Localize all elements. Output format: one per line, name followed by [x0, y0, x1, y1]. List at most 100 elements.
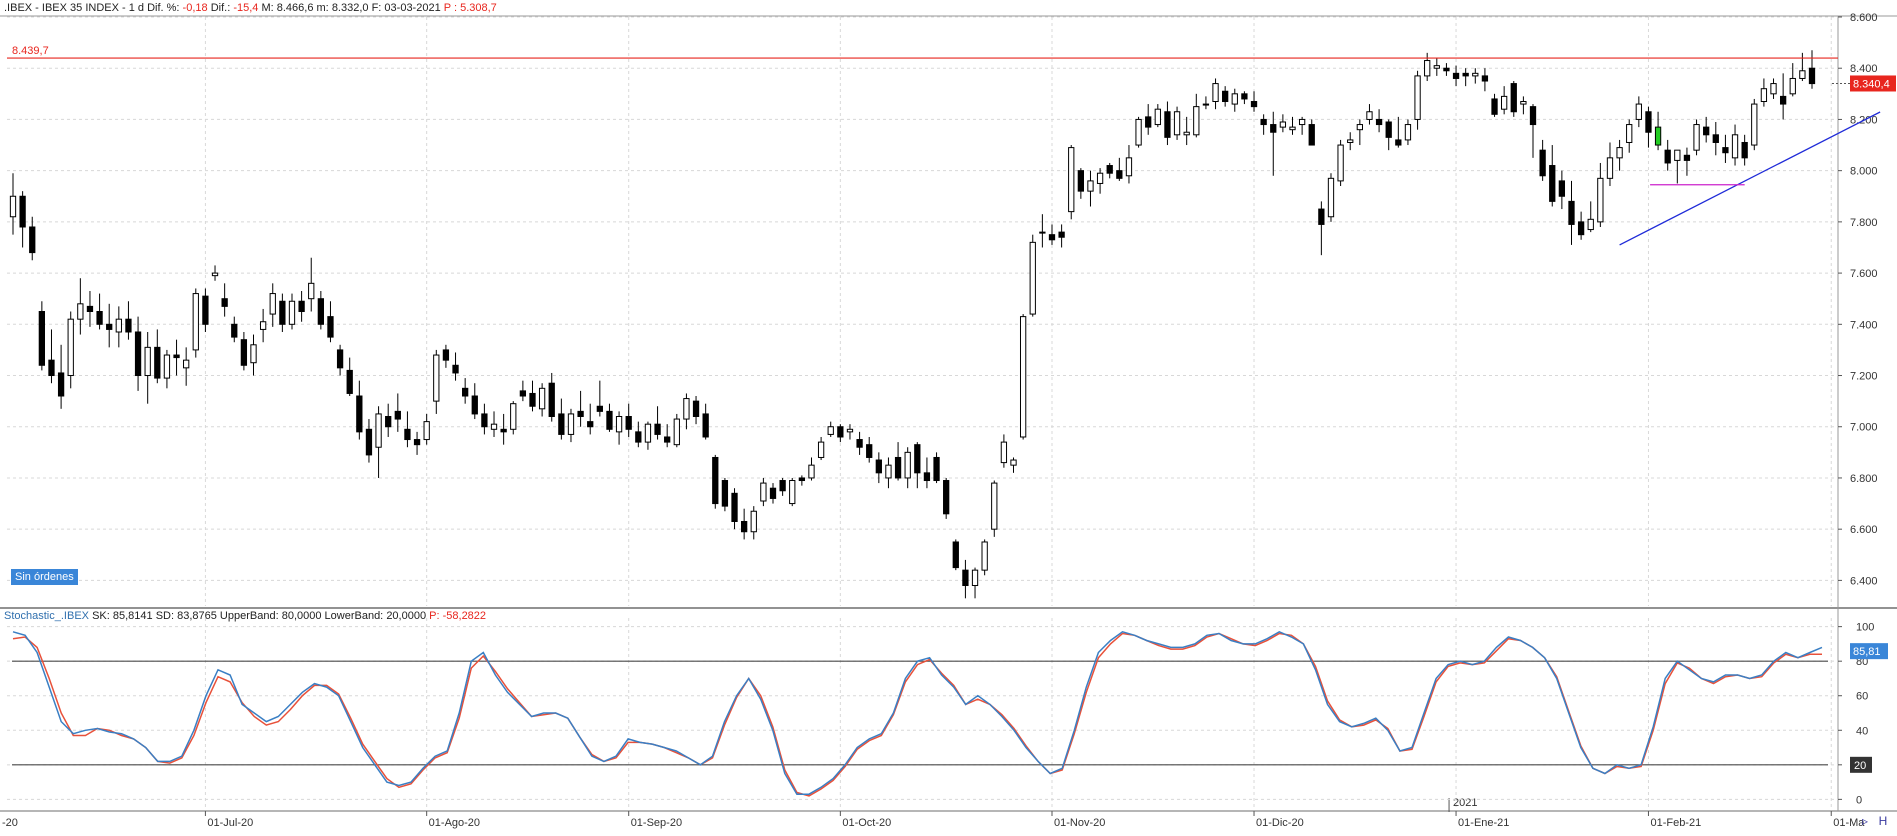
candle-body	[1154, 108, 1161, 126]
candle-body	[413, 439, 421, 446]
candle-body	[1452, 72, 1460, 79]
candle-body	[423, 421, 430, 441]
candle-body	[336, 349, 344, 369]
candle-body	[173, 354, 180, 359]
candle-body	[885, 464, 892, 479]
candle-body	[183, 359, 190, 369]
candle-body	[1019, 316, 1027, 438]
candle-body	[96, 311, 103, 325]
candle-body	[952, 541, 959, 569]
candle-body	[452, 364, 459, 374]
dif-pct-value: -0,18	[182, 2, 208, 14]
candle-body	[1577, 221, 1585, 236]
min-label: m:	[316, 2, 329, 14]
last-price-label: 8.340,4	[1853, 78, 1890, 90]
time-tick-label: 01-Ene-21	[1458, 817, 1509, 829]
candle-body	[510, 403, 517, 430]
candle-body	[625, 415, 632, 430]
candle-body	[779, 480, 786, 492]
candle-body	[529, 392, 536, 407]
candle-body	[615, 415, 623, 433]
candle-body	[1308, 124, 1315, 146]
candle-body	[1462, 72, 1469, 77]
sd-label: SD:	[155, 610, 175, 622]
p-label: P :	[443, 2, 458, 14]
stoch-tick-label: 40	[1856, 725, 1868, 737]
price-tick-label: 6.800	[1850, 473, 1878, 485]
candle-body	[1202, 103, 1210, 106]
price-tick-label: 8.600	[1850, 12, 1878, 24]
candle-body	[1106, 165, 1113, 174]
h-icon[interactable]: H	[1874, 813, 1892, 829]
candle-body	[567, 413, 575, 435]
candle-body	[1472, 72, 1479, 77]
dif-label: Dif.:	[210, 2, 231, 14]
candle-body	[1779, 95, 1787, 105]
candle-body	[789, 480, 796, 505]
candle-body	[923, 472, 931, 482]
candle-body	[471, 395, 478, 415]
candle-body	[1404, 124, 1412, 141]
candle-body	[1799, 70, 1806, 79]
candle-body	[375, 413, 382, 448]
p-value: 5.308,7	[460, 2, 497, 14]
candle-body	[846, 428, 854, 433]
candle-body	[1375, 118, 1383, 126]
candle-body	[827, 426, 834, 435]
candle-body	[385, 415, 392, 428]
candle-body	[1510, 83, 1517, 113]
candle-body	[664, 436, 671, 443]
candle-body	[914, 444, 921, 474]
candle-body	[1327, 177, 1335, 218]
candle-body	[1568, 200, 1575, 225]
candle-body	[1173, 111, 1181, 136]
candle-body	[1674, 149, 1681, 161]
candle-body	[327, 316, 334, 338]
candle-body	[77, 303, 84, 320]
candle-body	[288, 300, 296, 325]
no-orders-badge[interactable]: Sin órdenes	[11, 569, 78, 585]
candle-body	[1318, 208, 1325, 225]
candle-body	[798, 477, 806, 482]
candle-body	[1664, 149, 1671, 164]
candle-body	[462, 387, 469, 397]
stoch-p-value: -58,2822	[442, 610, 487, 622]
candle-body	[683, 398, 690, 420]
candle-body	[577, 410, 584, 417]
candle-body	[57, 372, 65, 397]
time-tick-label: 01-Jul-20	[207, 817, 253, 829]
candle-body	[1077, 170, 1085, 192]
time-tick-label: 01-Feb-21	[1650, 817, 1701, 829]
candle-body	[760, 482, 767, 502]
candle-body	[519, 390, 527, 397]
candle-body	[596, 405, 603, 412]
candle-body	[240, 339, 248, 366]
candle-body	[115, 318, 122, 333]
candle-body	[548, 382, 555, 417]
candle-body	[404, 428, 411, 441]
background	[0, 0, 1897, 831]
candle-body	[106, 323, 113, 330]
candle-body	[866, 444, 873, 458]
candle-body	[1366, 111, 1373, 120]
candle-body	[587, 421, 594, 428]
arrow-icon[interactable]: ▹	[1856, 813, 1874, 829]
candle-body	[1279, 121, 1287, 128]
candle-body	[1356, 124, 1363, 131]
price-header: .IBEX - IBEX 35 INDEX - 1 d Dif. %: -0,1…	[4, 2, 497, 14]
time-tick-label: 01-Dic-20	[1256, 817, 1304, 829]
resistance-label: 8.439,7	[12, 45, 49, 57]
sk-label: SK:	[92, 610, 110, 622]
candle-body	[19, 195, 26, 228]
candle-body	[67, 318, 74, 377]
candle-body	[644, 423, 652, 443]
stoch-tick-label: 60	[1856, 691, 1868, 703]
candle-body	[1183, 131, 1190, 136]
candle-body	[1443, 67, 1450, 72]
symbol-label: .IBEX - IBEX 35 INDEX -	[4, 2, 126, 14]
candle-body	[211, 272, 219, 277]
candle-body	[721, 480, 729, 507]
price-tick-label: 6.400	[1850, 575, 1878, 587]
candle-body	[808, 464, 815, 479]
candle-body	[433, 354, 440, 402]
